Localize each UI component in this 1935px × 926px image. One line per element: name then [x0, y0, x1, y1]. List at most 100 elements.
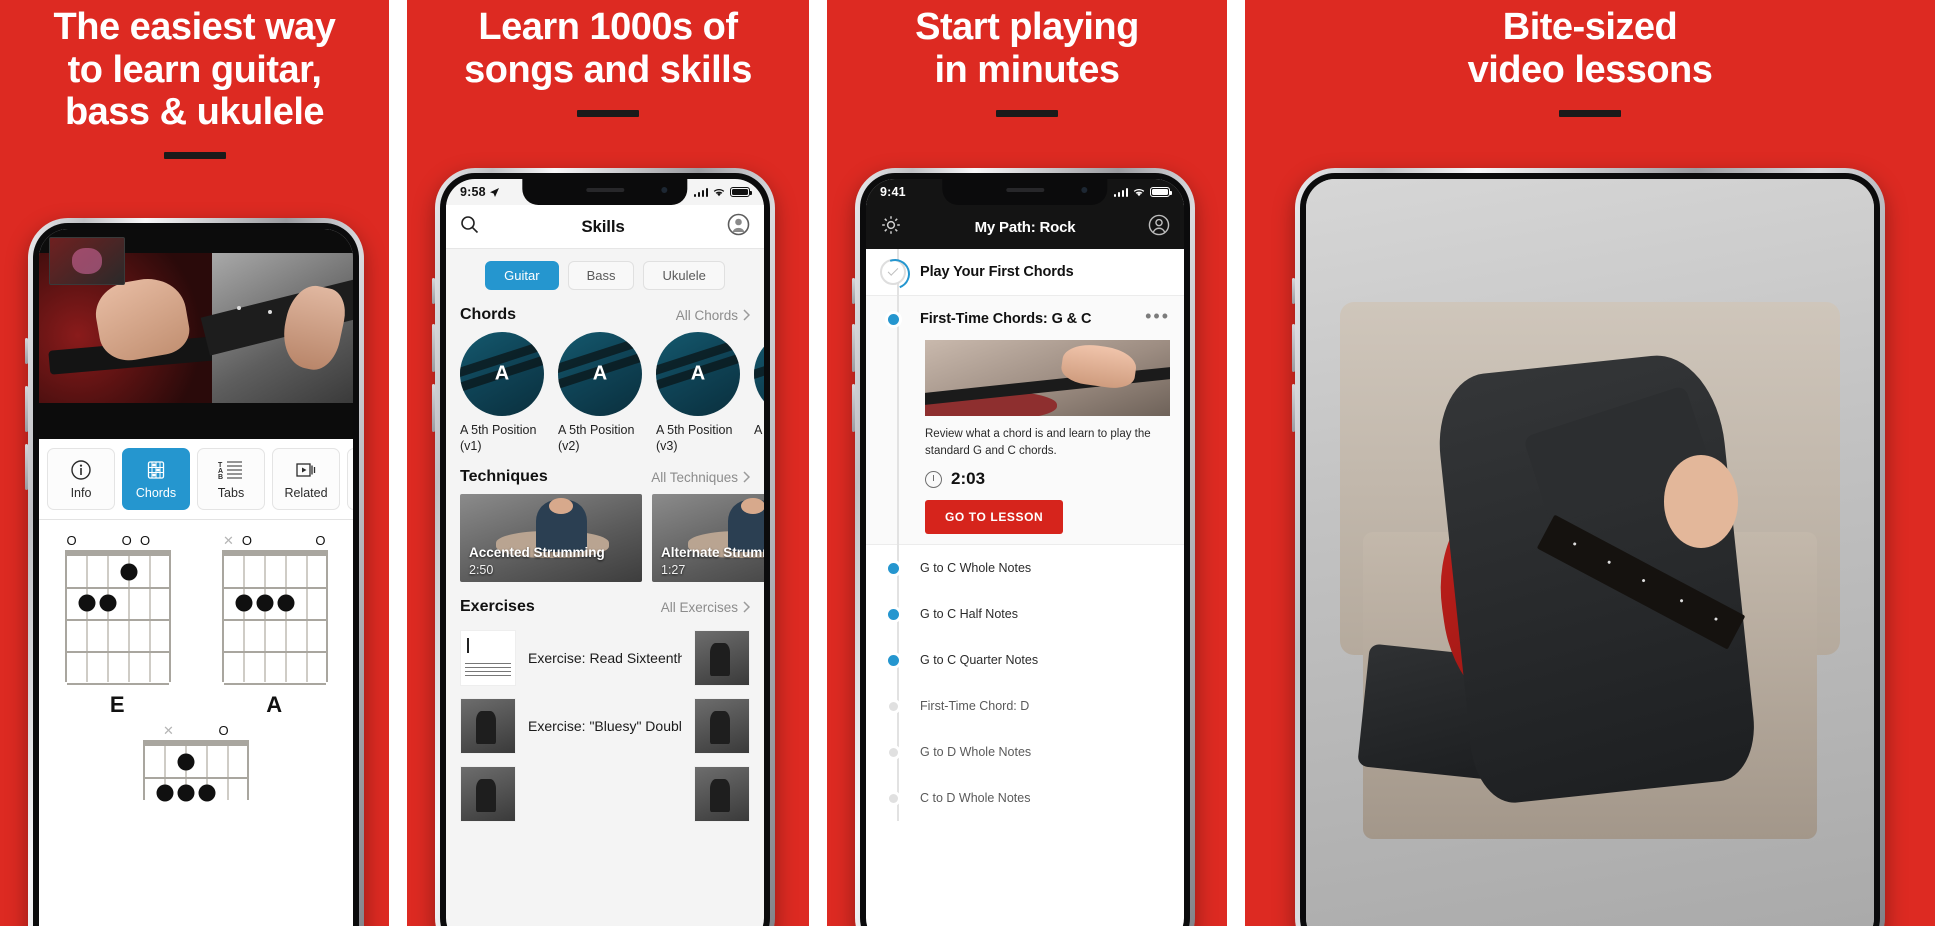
tab-chords[interactable]: Chords — [122, 448, 190, 510]
chord-letter: A — [690, 362, 706, 385]
headline-line: songs and skills — [464, 48, 752, 91]
phone-mockup-2: 9:58 Skills Guitar Bass Ukulele Chords A… — [432, 168, 775, 926]
app-store-screenshot-gallery: The easiest way to learn guitar, bass & … — [0, 0, 1935, 926]
account-avatar-icon[interactable] — [727, 213, 750, 241]
path-step[interactable]: C to D Whole Notes — [866, 775, 1184, 821]
exercise-list[interactable]: Exercise: Read Sixteenth Note R Exercise… — [446, 624, 764, 828]
path-step[interactable]: G to C Whole Notes — [866, 545, 1184, 591]
link-label: All Techniques — [651, 469, 738, 485]
panel-gap — [1227, 0, 1245, 926]
active-node-icon — [880, 306, 906, 332]
go-to-lesson-button[interactable]: GO TO LESSON — [925, 500, 1064, 535]
battery-icon — [730, 187, 752, 197]
exercise-thumbnail — [460, 630, 516, 687]
progress-ring-icon — [880, 259, 906, 285]
promo-panel-2: Learn 1000s of songs and skills 9:58 Ski… — [407, 0, 809, 926]
path-navbar: My Path: Rock — [866, 205, 1184, 249]
all-chords-link[interactable]: All Chords — [676, 308, 750, 323]
exercise-row[interactable]: Exercise: "Bluesy" Double Stop B — [446, 692, 764, 760]
panel-3-headline: Start playing in minutes — [827, 0, 1227, 91]
tab-label: Related — [284, 485, 328, 500]
section-header-chords: Chords All Chords — [446, 300, 764, 332]
lesson-card-title: First-Time Chords: G & C — [920, 311, 1092, 327]
info-icon — [70, 459, 92, 481]
technique-tile[interactable]: Accented Strumming 2:50 — [460, 494, 642, 583]
chord-name: E — [109, 692, 126, 717]
tab-related[interactable]: Related — [272, 448, 340, 510]
phone-mockup-1: Info Chords TAB Tabs Related O O O E ✕ O… — [25, 218, 364, 926]
chord-diagram[interactable]: ✕ O — [137, 723, 255, 802]
path-step[interactable]: G to C Half Notes — [866, 591, 1184, 637]
chord-letter: A — [592, 362, 608, 385]
status-time: 9:58 — [460, 185, 500, 199]
all-techniques-link[interactable]: All Techniques — [651, 470, 750, 485]
headline-line: Bite-sized — [1502, 6, 1678, 48]
technique-title: Accented Strumming — [469, 545, 605, 561]
all-exercises-link[interactable]: All Exercises — [661, 600, 750, 615]
chord-letter: A — [494, 362, 510, 385]
chevron-right-icon — [743, 601, 750, 613]
exercise-thumbnail — [694, 698, 750, 755]
headline-divider — [1245, 110, 1935, 117]
chord-card[interactable]: A A 5th Position (v2) — [558, 332, 642, 454]
headline-line: The easiest way — [53, 6, 336, 48]
search-icon[interactable] — [460, 215, 479, 239]
path-step-label: G to C Quarter Notes — [920, 653, 1039, 668]
exercise-thumbnail — [460, 766, 516, 823]
wifi-icon — [713, 188, 725, 196]
chord-card[interactable]: A A 6 (v2) — [754, 332, 764, 454]
path-step-completed[interactable]: Play Your First Chords — [866, 249, 1184, 295]
path-step[interactable]: G to D Whole Notes — [866, 729, 1184, 775]
status-time: 9:41 — [880, 185, 906, 199]
phone-notch — [942, 179, 1108, 205]
exercise-thumbnail — [694, 630, 750, 687]
chord-diagram[interactable]: ✕ O O A — [216, 534, 334, 718]
technique-duration: 2:50 — [469, 563, 494, 578]
current-lesson-card[interactable]: First-Time Chords: G & C ••• Review what… — [866, 295, 1184, 546]
chord-diagram[interactable]: OOO E — [59, 534, 177, 718]
section-header-exercises: Exercises All Exercises — [446, 592, 764, 624]
video-lesson-screen[interactable] — [1306, 179, 1874, 926]
tab-info[interactable]: Info — [47, 448, 115, 510]
segment-bass[interactable]: Bass — [567, 261, 635, 290]
account-avatar-icon[interactable] — [1148, 214, 1170, 241]
lesson-video-player[interactable] — [39, 229, 353, 439]
technique-tile[interactable]: Alternate Strumm 1:27 — [652, 494, 764, 583]
segment-ukulele[interactable]: Ukulele — [643, 261, 725, 290]
instrument-segmented-control[interactable]: Guitar Bass Ukulele — [446, 249, 764, 300]
active-node-icon — [880, 555, 906, 581]
path-step-label: G to D Whole Notes — [920, 745, 1032, 760]
page-title: Skills — [581, 216, 625, 236]
chord-card[interactable]: A A 5th Position (v1) — [460, 332, 544, 454]
path-step-label: First-Time Chord: D — [920, 699, 1030, 714]
path-step-label: G to C Half Notes — [920, 607, 1018, 622]
technique-title: Alternate Strumm — [661, 545, 764, 561]
tab-tone[interactable]: A To — [347, 448, 353, 510]
section-header-techniques: Techniques All Techniques — [446, 462, 764, 494]
lesson-tab-strip[interactable]: Info Chords TAB Tabs Related — [39, 439, 353, 520]
chord-card-carousel[interactable]: A A 5th Position (v1) A A 5th Position (… — [446, 332, 764, 454]
signal-icon — [1113, 187, 1128, 197]
chord-open-string-marks: ✕ O — [162, 723, 229, 738]
path-step[interactable]: First-Time Chord: D — [866, 683, 1184, 729]
signal-icon — [693, 187, 708, 197]
play-stack-icon — [294, 459, 318, 481]
path-step[interactable]: G to C Quarter Notes — [866, 637, 1184, 683]
chord-card[interactable]: A A 5th Position (v3) — [656, 332, 740, 454]
segment-guitar[interactable]: Guitar — [485, 261, 559, 290]
chevron-right-icon — [743, 309, 750, 321]
exercise-row[interactable] — [446, 760, 764, 828]
exercise-row[interactable]: Exercise: Read Sixteenth Note R — [446, 624, 764, 692]
path-step-label: G to C Whole Notes — [920, 561, 1032, 576]
link-label: All Exercises — [660, 599, 738, 615]
lesson-thumbnail[interactable] — [925, 340, 1170, 416]
headline-line: Learn 1000s of — [478, 6, 738, 48]
more-horizontal-icon[interactable]: ••• — [1145, 307, 1170, 325]
tab-tabs[interactable]: TAB Tabs — [197, 448, 265, 510]
lesson-duration-row: 2:03 — [925, 469, 1170, 489]
gear-icon[interactable] — [880, 214, 902, 241]
clock-icon — [925, 470, 942, 488]
phone-mockup-4 — [1292, 168, 1885, 926]
technique-carousel[interactable]: Accented Strumming 2:50 Alternate Strumm… — [446, 494, 764, 583]
video-pip-thumbnail[interactable] — [49, 237, 125, 285]
